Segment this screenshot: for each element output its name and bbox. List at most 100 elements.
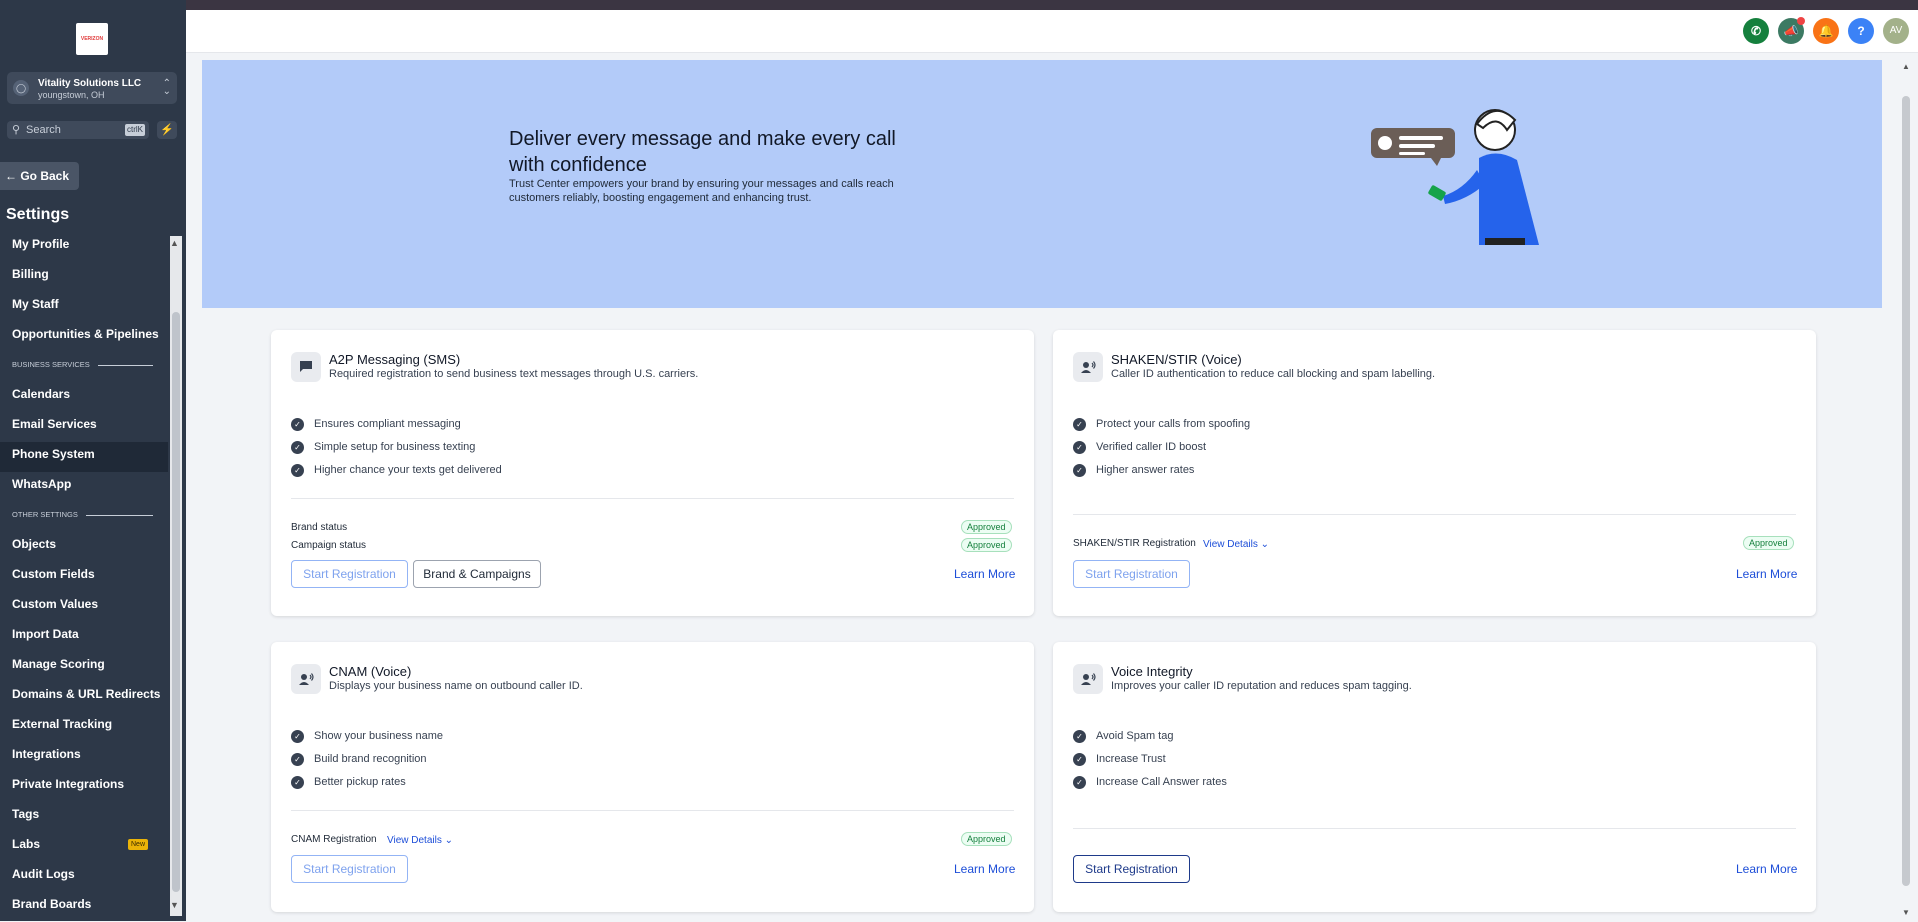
feature-text: Simple setup for business texting <box>314 441 476 453</box>
feature-text: Show your business name <box>314 730 444 742</box>
sidebar-item-manage-scoring[interactable]: Manage Scoring <box>0 652 168 682</box>
sidebar-item-brand-boards[interactable]: Brand Boards <box>0 892 168 922</box>
feature-item: ✓ Ensures compliant messaging <box>291 416 461 432</box>
person-voice-icon <box>1073 352 1103 382</box>
view-details-label: View Details <box>387 835 442 846</box>
sidebar-item-email-services[interactable]: Email Services <box>0 412 168 442</box>
account-switcher[interactable]: ◯ Vitality Solutions LLC youngstown, OH … <box>7 72 177 104</box>
sidebar-item-custom-fields[interactable]: Custom Fields <box>0 562 168 592</box>
bell-icon[interactable]: 🔔 <box>1813 18 1839 44</box>
section-label: OTHER SETTINGS <box>12 510 78 519</box>
sidebar-item-label: External Tracking <box>12 717 113 731</box>
scroll-down-arrow-icon[interactable]: ▼ <box>170 900 179 910</box>
feature-item: ✓ Better pickup rates <box>291 774 406 790</box>
view-details-toggle[interactable]: View Details ⌄ <box>1203 539 1269 550</box>
sidebar-item-label: WhatsApp <box>12 477 72 491</box>
start-registration-button[interactable]: Start Registration <box>291 560 408 588</box>
feature-item: ✓ Protect your calls from spoofing <box>1073 416 1250 432</box>
learn-more-link[interactable]: Learn More <box>1736 567 1797 581</box>
main-scrollbar[interactable] <box>1902 96 1910 886</box>
learn-more-link[interactable]: Learn More <box>954 862 1015 876</box>
search-placeholder: Search <box>26 124 61 136</box>
sidebar-item-integrations[interactable]: Integrations <box>0 742 168 772</box>
learn-more-link[interactable]: Learn More <box>954 567 1015 581</box>
search-box[interactable]: ⚲ Search ctrlK <box>7 121 149 139</box>
check-circle-icon: ✓ <box>1073 417 1086 431</box>
card-a2p-messaging: A2P Messaging (SMS) Required registratio… <box>271 330 1034 616</box>
start-registration-button[interactable]: Start Registration <box>1073 560 1190 588</box>
start-registration-button[interactable]: Start Registration <box>1073 855 1190 883</box>
sidebar-item-phone-system[interactable]: Phone System <box>0 442 168 472</box>
scroll-up-arrow-icon[interactable]: ▲ <box>170 238 179 248</box>
user-avatar[interactable]: AV <box>1883 18 1909 44</box>
sidebar-item-calendars[interactable]: Calendars <box>0 382 168 412</box>
feature-item: ✓ Build brand recognition <box>291 751 427 767</box>
sidebar-item-external-tracking[interactable]: External Tracking <box>0 712 168 742</box>
phone-icon[interactable]: ✆ <box>1743 18 1769 44</box>
card-divider <box>1073 514 1796 515</box>
feature-text: Increase Call Answer rates <box>1096 776 1227 788</box>
sidebar-item-my-profile[interactable]: My Profile <box>0 232 168 262</box>
start-registration-button[interactable]: Start Registration <box>291 855 408 883</box>
card-subtitle: Required registration to send business t… <box>329 368 699 380</box>
sidebar-item-opportunities-pipelines[interactable]: Opportunities & Pipelines <box>0 322 168 352</box>
feature-item: ✓ Higher answer rates <box>1073 462 1194 478</box>
sidebar-item-label: Import Data <box>12 627 79 641</box>
sidebar: VERIZON ◯ Vitality Solutions LLC youngst… <box>0 0 186 921</box>
quick-action-bolt-icon[interactable]: ⚡ <box>157 121 177 139</box>
learn-more-link[interactable]: Learn More <box>1736 862 1797 876</box>
sidebar-item-label: Email Services <box>12 417 97 431</box>
sidebar-item-whatsapp[interactable]: WhatsApp <box>0 472 168 502</box>
sidebar-item-label: Private Integrations <box>12 777 125 791</box>
person-voice-icon <box>1073 664 1103 694</box>
card-subtitle: Caller ID authentication to reduce call … <box>1111 368 1436 380</box>
go-back-button[interactable]: ← Go Back <box>0 162 79 190</box>
sidebar-item-my-staff[interactable]: My Staff <box>0 292 168 322</box>
browser-top-strip <box>0 0 1918 10</box>
view-details-toggle[interactable]: View Details ⌄ <box>387 835 453 846</box>
sidebar-scrollbar-thumb[interactable] <box>172 312 180 892</box>
help-icon[interactable]: ? <box>1848 18 1874 44</box>
feature-item: ✓ Verified caller ID boost <box>1073 439 1206 455</box>
sidebar-item-labs[interactable]: Labs New <box>0 832 168 862</box>
search-icon: ⚲ <box>12 124 21 136</box>
card-cnam: CNAM (Voice) Displays your business name… <box>271 642 1034 912</box>
company-logo[interactable]: VERIZON <box>76 23 108 55</box>
chat-bubble-icon <box>291 352 321 382</box>
account-name: Vitality Solutions LLC <box>38 78 142 89</box>
sidebar-item-custom-values[interactable]: Custom Values <box>0 592 168 622</box>
sidebar-item-audit-logs[interactable]: Audit Logs <box>0 862 168 892</box>
registration-status-badge: Approved <box>1743 536 1794 550</box>
chevron-updown-icon: ⌃ ⌄ <box>162 78 171 97</box>
check-circle-icon: ✓ <box>1073 440 1086 454</box>
sidebar-item-private-integrations[interactable]: Private Integrations <box>0 772 168 802</box>
sidebar-section-header: OTHER SETTINGS <box>0 502 168 532</box>
section-divider <box>86 515 153 516</box>
card-subtitle: Displays your business name on outbound … <box>329 680 583 692</box>
hero-description: Trust Center empowers your brand by ensu… <box>509 178 894 204</box>
feature-item: ✓ Increase Trust <box>1073 751 1166 767</box>
check-circle-icon: ✓ <box>291 775 304 789</box>
main-scroll-down-icon[interactable]: ▼ <box>1902 908 1910 917</box>
sidebar-item-label: Billing <box>12 267 49 281</box>
sidebar-item-billing[interactable]: Billing <box>0 262 168 292</box>
card-voice-integrity: Voice Integrity Improves your caller ID … <box>1053 642 1816 912</box>
sidebar-item-label: Labs <box>12 837 41 851</box>
card-title: A2P Messaging (SMS) <box>329 352 461 367</box>
brand-campaigns-button[interactable]: Brand & Campaigns <box>413 560 541 588</box>
sidebar-item-domains-url-redirects[interactable]: Domains & URL Redirects <box>0 682 168 712</box>
trust-center-hero: Deliver every message and make every cal… <box>202 60 1882 308</box>
help-glyph: ? <box>1857 24 1865 38</box>
megaphone-icon[interactable]: 📣 <box>1778 17 1805 44</box>
sidebar-item-label: Objects <box>12 537 57 551</box>
card-divider <box>291 498 1014 499</box>
sidebar-item-tags[interactable]: Tags <box>0 802 168 832</box>
person-voice-icon <box>291 664 321 694</box>
sidebar-item-label: Custom Fields <box>12 567 95 581</box>
sidebar-item-objects[interactable]: Objects <box>0 532 168 562</box>
main-scroll-up-icon[interactable]: ▲ <box>1902 62 1910 71</box>
check-circle-icon: ✓ <box>291 729 304 743</box>
sidebar-item-import-data[interactable]: Import Data <box>0 622 168 652</box>
feature-item: ✓ Increase Call Answer rates <box>1073 774 1227 790</box>
campaign-status-badge: Approved <box>961 538 1012 552</box>
